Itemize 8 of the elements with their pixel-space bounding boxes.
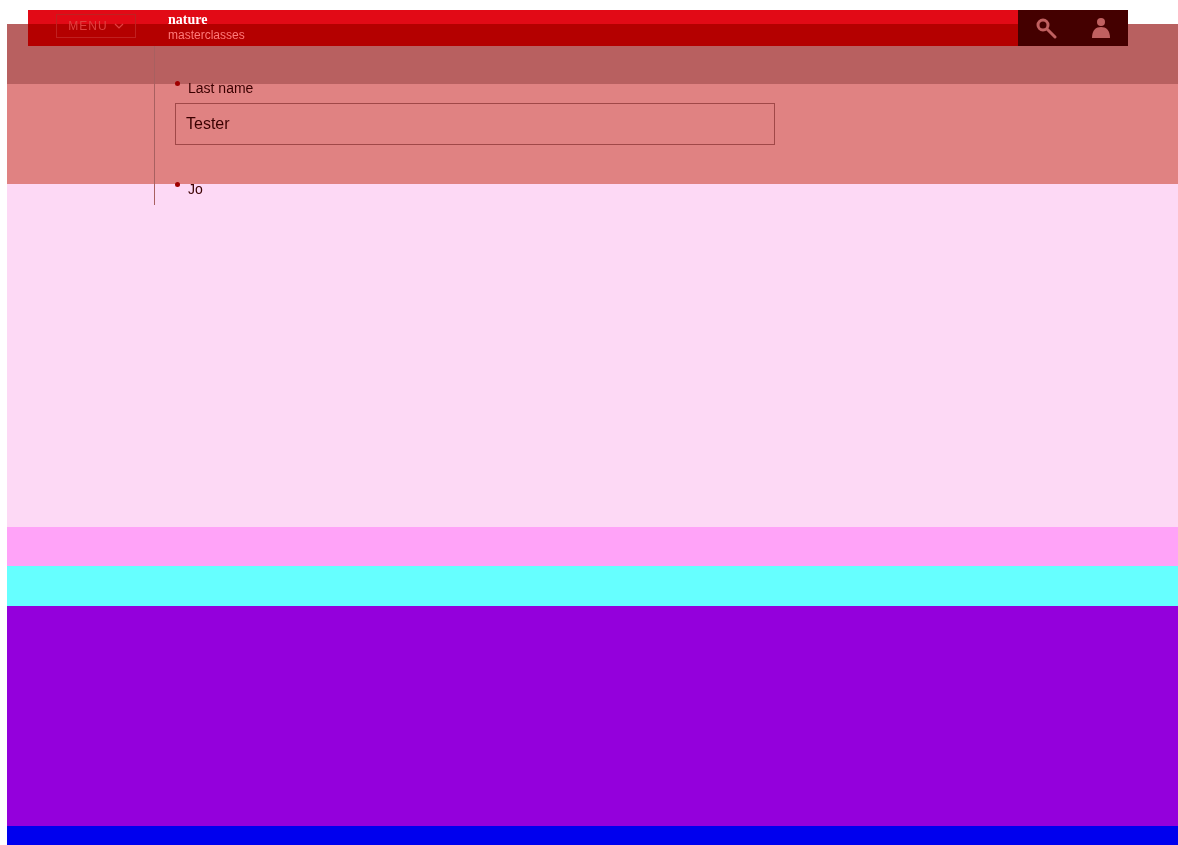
logo-link[interactable]: nature xyxy=(168,13,245,27)
field-label: Jo xyxy=(188,180,203,199)
search-icon[interactable] xyxy=(1035,17,1057,39)
field-label: Last name xyxy=(188,79,254,98)
chevron-down-icon xyxy=(113,23,124,29)
user-icon[interactable] xyxy=(1091,17,1111,39)
input-field[interactable]: Tester xyxy=(175,103,775,145)
site-subtitle: masterclasses xyxy=(168,29,245,41)
